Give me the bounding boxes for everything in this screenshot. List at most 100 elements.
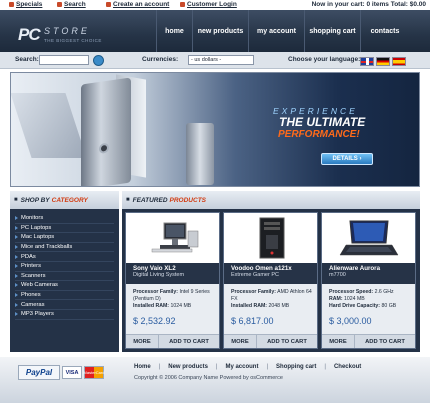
category-mac-laptops[interactable]: Mac Laptops bbox=[15, 233, 114, 243]
category-label: Web Cameras bbox=[21, 282, 58, 289]
add-to-cart-button[interactable]: ADD TO CART bbox=[159, 335, 219, 348]
footer-link-checkout[interactable]: Checkout bbox=[334, 364, 361, 370]
spec-label: Processor Family: bbox=[133, 289, 178, 295]
product-subtitle: Extreme Gamer PC bbox=[231, 272, 279, 278]
featured-header: ■ FEATURED PRODUCTS bbox=[122, 191, 420, 209]
payment-logos: PayPal VISA MasterCard bbox=[18, 365, 104, 380]
customer-login-link[interactable]: Customer Login bbox=[180, 1, 237, 8]
bullet-icon: ■ bbox=[14, 197, 18, 203]
category-cameras[interactable]: Cameras bbox=[15, 300, 114, 310]
category-header: ■ SHOP BY CATEGORY bbox=[10, 191, 119, 209]
footer-link-my-account[interactable]: My account bbox=[225, 364, 258, 370]
footer-link-home[interactable]: Home bbox=[134, 364, 151, 370]
arrow-icon bbox=[15, 264, 18, 269]
product-name: Sony Vaio XL2 bbox=[133, 265, 176, 272]
search-field-label: Search: bbox=[15, 56, 39, 63]
category-label: Cameras bbox=[21, 301, 45, 308]
add-to-cart-button[interactable]: ADD TO CART bbox=[355, 335, 415, 348]
banner-line-3: PERFORMANCE! bbox=[278, 129, 360, 140]
product-name-block[interactable]: Voodoo Omen a121x Extreme Gamer PC bbox=[224, 263, 317, 284]
product-specs: Processor Family: AMD Athlon 64 FX Insta… bbox=[231, 289, 315, 309]
language-label: Choose your language: bbox=[288, 56, 361, 63]
category-title-b: CATEGORY bbox=[51, 196, 88, 204]
category-mp3-players[interactable]: MP3 Players bbox=[15, 310, 114, 320]
footer-link-shopping-cart[interactable]: Shopping cart bbox=[276, 364, 316, 370]
separator: | bbox=[158, 364, 161, 370]
category-list: Monitors PC Laptops Mac Laptops Mice and… bbox=[10, 209, 119, 320]
product-price: $ 2,532.92 bbox=[133, 316, 176, 326]
category-pdas[interactable]: PDAs bbox=[15, 252, 114, 262]
specials-icon bbox=[9, 1, 14, 7]
footer-links: Home | New products | My account | Shopping… bbox=[134, 364, 361, 370]
category-sidebar: ■ SHOP BY CATEGORY Monitors PC Laptops M… bbox=[10, 191, 119, 352]
flag-english-icon[interactable] bbox=[360, 57, 374, 66]
search-label: Search bbox=[64, 1, 86, 8]
category-printers[interactable]: Printers bbox=[15, 262, 114, 272]
product-price: $ 6,817.00 bbox=[231, 316, 274, 326]
arrow-icon bbox=[15, 235, 18, 240]
mastercard-logo: MasterCard bbox=[84, 366, 104, 379]
product-card: Alienware Aurora m7700 Processor Speed: … bbox=[321, 212, 416, 349]
top-utility-bar: Specials Search Create an account Custom… bbox=[0, 0, 430, 10]
add-to-cart-button[interactable]: ADD TO CART bbox=[257, 335, 317, 348]
banner-pc-image bbox=[186, 123, 214, 185]
nav-my-account[interactable]: my account bbox=[248, 10, 304, 52]
spec-value: 2.6 GHz bbox=[374, 289, 394, 295]
category-web-cameras[interactable]: Web Cameras bbox=[15, 281, 114, 291]
category-mice[interactable]: Mice and Trackballs bbox=[15, 243, 114, 253]
flag-spanish-icon[interactable] bbox=[392, 57, 406, 66]
category-phones[interactable]: Phones bbox=[15, 291, 114, 301]
category-scanners[interactable]: Scanners bbox=[15, 272, 114, 282]
category-label: PC Laptops bbox=[21, 224, 52, 231]
specials-label: Specials bbox=[16, 1, 43, 8]
details-button[interactable]: DETAILS › bbox=[321, 153, 373, 165]
category-label: Mice and Trackballs bbox=[21, 244, 73, 251]
spec-label: Installed RAM: bbox=[231, 302, 268, 309]
customer-login-label: Customer Login bbox=[187, 1, 237, 8]
bullet-icon: ■ bbox=[126, 197, 130, 203]
nav-home[interactable]: home bbox=[156, 10, 192, 52]
spec-label: Installed RAM: bbox=[133, 302, 170, 309]
product-subtitle: m7700 bbox=[329, 272, 346, 278]
product-image[interactable] bbox=[224, 213, 317, 263]
create-account-label: Create an account bbox=[113, 1, 170, 8]
arrow-icon bbox=[15, 225, 18, 230]
banner-line-2: THE ULTIMATE bbox=[279, 115, 366, 129]
product-price: $ 3,000.00 bbox=[329, 316, 372, 326]
nav-contacts[interactable]: contacts bbox=[360, 10, 409, 52]
spec-value: 80 GB bbox=[381, 302, 397, 309]
product-actions: MORE ADD TO CART bbox=[126, 334, 219, 348]
category-title-a: SHOP BY bbox=[20, 196, 50, 204]
product-name-block[interactable]: Alienware Aurora m7700 bbox=[322, 263, 415, 284]
footer-link-new-products[interactable]: New products bbox=[168, 364, 208, 370]
create-account-link[interactable]: Create an account bbox=[106, 1, 169, 8]
more-button[interactable]: MORE bbox=[224, 335, 257, 348]
logo-pc[interactable]: PC bbox=[18, 25, 41, 45]
nav-shopping-cart[interactable]: shopping cart bbox=[304, 10, 360, 52]
product-name-block[interactable]: Sony Vaio XL2 Digital Living System bbox=[126, 263, 219, 284]
arrow-icon bbox=[15, 312, 18, 317]
arrow-icon bbox=[15, 273, 18, 278]
arrow-right-icon: › bbox=[359, 156, 362, 162]
nav-new-products[interactable]: new products bbox=[192, 10, 248, 52]
search-go-button[interactable] bbox=[93, 55, 104, 66]
arrow-icon bbox=[15, 245, 18, 250]
category-monitors[interactable]: Monitors bbox=[15, 214, 114, 224]
search-input[interactable] bbox=[39, 55, 89, 65]
currency-select[interactable]: - us dollars - bbox=[188, 55, 254, 65]
cart-status: Now in your cart: 0 items Total: $0.00 bbox=[311, 1, 426, 8]
product-image[interactable] bbox=[126, 213, 219, 263]
product-specs: Processor Speed: 2.6 GHz RAM: 1024 MB Ha… bbox=[329, 289, 413, 309]
product-image[interactable] bbox=[322, 213, 415, 263]
category-pc-laptops[interactable]: PC Laptops bbox=[15, 224, 114, 234]
more-button[interactable]: MORE bbox=[322, 335, 355, 348]
flag-german-icon[interactable] bbox=[376, 57, 390, 66]
more-button[interactable]: MORE bbox=[126, 335, 159, 348]
spec-value: 2048 MB bbox=[268, 302, 290, 309]
separator: | bbox=[324, 364, 326, 370]
specials-link[interactable]: Specials bbox=[9, 1, 42, 8]
spec-value: 1024 MB bbox=[170, 302, 192, 309]
product-specs: Processor Family: Intel 9 Series (Pentiu… bbox=[133, 289, 217, 309]
separator: | bbox=[266, 364, 269, 370]
search-link[interactable]: Search bbox=[57, 1, 86, 8]
